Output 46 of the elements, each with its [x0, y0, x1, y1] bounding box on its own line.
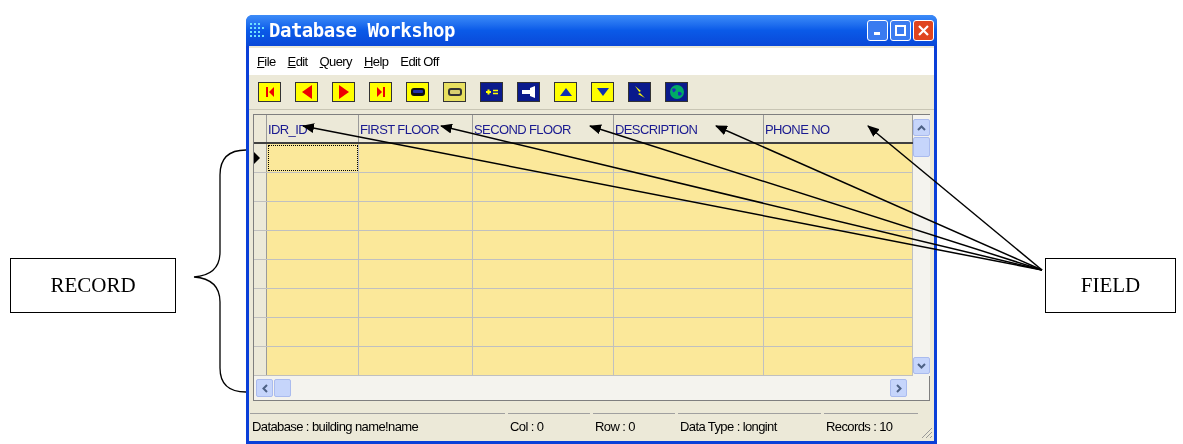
resize-grip-icon: [921, 427, 933, 439]
column-header[interactable]: IDR_ID: [267, 115, 359, 142]
close-button[interactable]: [913, 20, 934, 41]
maximize-icon: [895, 25, 906, 36]
column-header[interactable]: FIRST FLOOR: [359, 115, 473, 142]
focused-cell[interactable]: [267, 144, 359, 172]
toolbar-button[interactable]: [554, 82, 577, 102]
field-label: FIELD: [1045, 258, 1176, 313]
toolbar-button[interactable]: [295, 82, 318, 102]
column-header[interactable]: DESCRIPTION: [614, 115, 764, 142]
scroll-up-button[interactable]: [913, 119, 930, 136]
menu-item[interactable]: Query: [315, 51, 356, 72]
toolbar-button[interactable]: [591, 82, 614, 102]
menu-item[interactable]: Help: [360, 51, 393, 72]
toolbar-button[interactable]: [369, 82, 392, 102]
toolbar-button[interactable]: [332, 82, 355, 102]
minimize-button[interactable]: [867, 20, 888, 41]
status-panel: Col : 0: [508, 413, 590, 439]
scroll-thumb[interactable]: [913, 137, 930, 157]
toolbar-button[interactable]: [406, 82, 429, 102]
status-panel: Records : 10: [824, 413, 918, 439]
record-label: RECORD: [10, 258, 176, 313]
close-icon: [918, 25, 929, 36]
flashlight-icon: [519, 83, 538, 101]
maximize-button[interactable]: [890, 20, 911, 41]
scroll-down-button[interactable]: [913, 357, 930, 374]
status-panel: Database : building name!name: [250, 413, 505, 439]
toolbar-button[interactable]: [517, 82, 540, 102]
vertical-scrollbar[interactable]: [913, 115, 930, 376]
status-panel: Data Type : longint: [678, 413, 821, 439]
scroll-left-button[interactable]: [256, 379, 273, 397]
scroll-right-button[interactable]: [890, 379, 907, 397]
menu-item[interactable]: File: [253, 51, 280, 72]
menu-item[interactable]: Edit: [283, 51, 312, 72]
column-header[interactable]: SECOND FLOOR: [473, 115, 614, 142]
app-icon: [249, 21, 265, 40]
horizontal-scrollbar[interactable]: [254, 376, 929, 400]
globe-icon: [667, 83, 686, 101]
toolbar-button[interactable]: [443, 82, 466, 102]
current-row-icon: [254, 152, 260, 164]
row-selector[interactable]: [254, 144, 267, 172]
status-panel: Row : 0: [593, 413, 675, 439]
toolbar-button[interactable]: [480, 82, 503, 102]
window-title: Database Workshop: [269, 18, 455, 44]
menu-item[interactable]: Edit Off: [396, 51, 443, 72]
scroll-thumb[interactable]: [274, 379, 291, 397]
